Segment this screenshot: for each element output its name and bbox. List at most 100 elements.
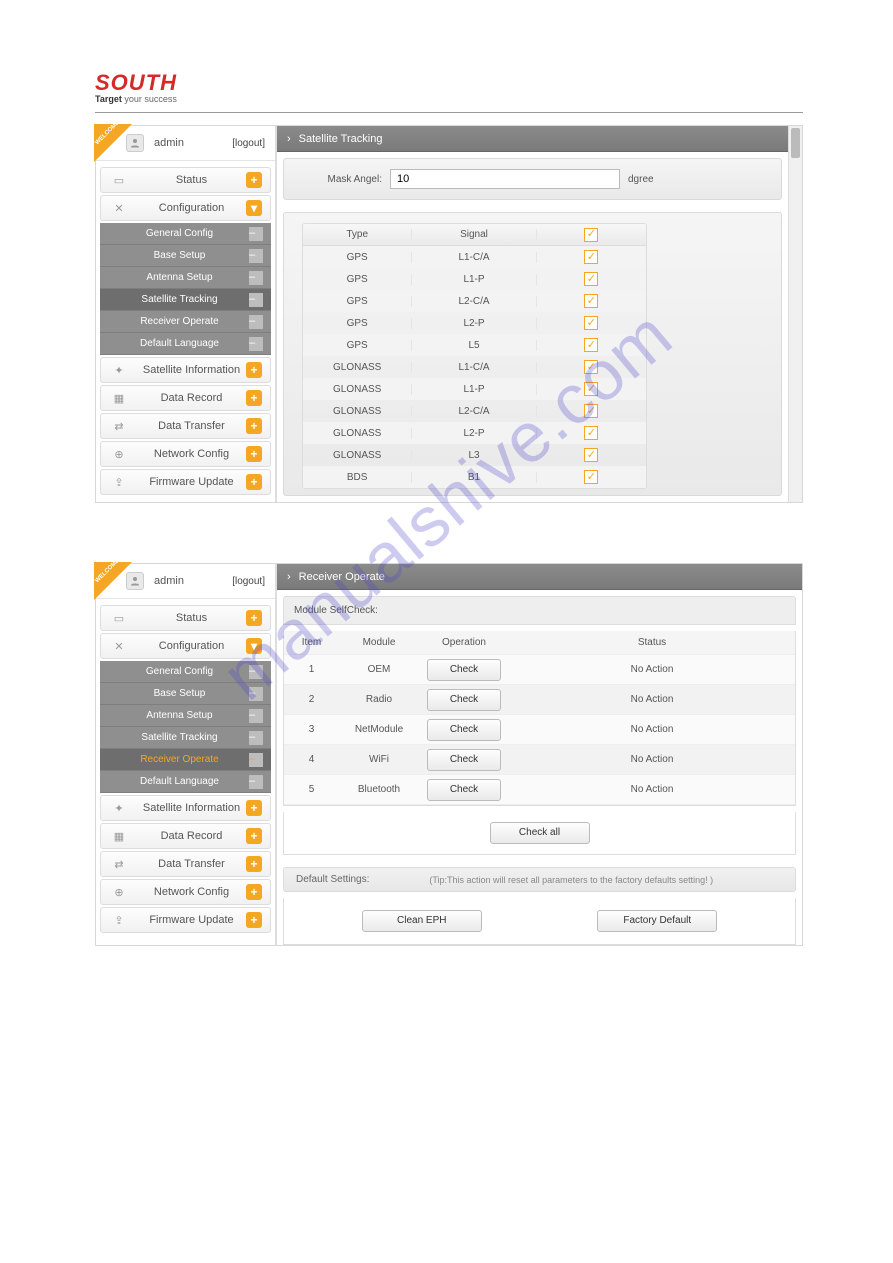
- check-button[interactable]: Check: [427, 719, 501, 741]
- cell-type: GLONASS: [303, 384, 412, 395]
- signal-checkbox[interactable]: [584, 426, 598, 440]
- col-module: Module: [339, 637, 419, 648]
- menu-data-transfer[interactable]: ⇄ Data Transfer +: [100, 413, 271, 439]
- sub-default-language[interactable]: Default Language–: [100, 333, 271, 355]
- menu-satellite-info[interactable]: ✦Satellite Information+: [100, 795, 271, 821]
- defaults-bar: Default Settings: (Tip:This action will …: [283, 867, 796, 892]
- cell-type: BDS: [303, 472, 412, 483]
- globe-icon: ⊕: [111, 884, 127, 900]
- monitor-icon: ▭: [111, 172, 127, 188]
- calendar-icon: ▦: [111, 390, 127, 406]
- cell-status: No Action: [509, 694, 795, 705]
- app-receiver-operate: admin [logout] ▭Status+ ✕Configuration▾ …: [95, 563, 803, 946]
- sub-receiver-operate[interactable]: Receiver Operate–: [100, 311, 271, 333]
- cell-type: GPS: [303, 252, 412, 263]
- selfcheck-row: 3NetModuleCheckNo Action: [284, 715, 795, 745]
- sub-base-setup[interactable]: Base Setup–: [100, 245, 271, 267]
- minus-icon: –: [249, 315, 263, 329]
- signal-checkbox[interactable]: [584, 382, 598, 396]
- cell-type: GLONASS: [303, 362, 412, 373]
- signal-checkbox[interactable]: [584, 272, 598, 286]
- check-all-button[interactable]: Check all: [490, 822, 590, 844]
- cell-signal: L3: [412, 450, 536, 461]
- cell-type: GLONASS: [303, 406, 412, 417]
- page-header: › Receiver Operate: [277, 564, 802, 590]
- menu-configuration[interactable]: ✕Configuration▾: [100, 633, 271, 659]
- clean-eph-button[interactable]: Clean EPH: [362, 910, 482, 932]
- check-button[interactable]: Check: [427, 689, 501, 711]
- satellite-icon: ✦: [111, 800, 127, 816]
- cell-status: No Action: [509, 664, 795, 675]
- expand-icon: +: [246, 418, 262, 434]
- expand-icon: +: [246, 446, 262, 462]
- menu-data-record[interactable]: ▦Data Record+: [100, 823, 271, 849]
- menu-data-record[interactable]: ▦ Data Record +: [100, 385, 271, 411]
- col-operation: Operation: [419, 637, 509, 648]
- satellite-icon: ✦: [111, 362, 127, 378]
- signal-checkbox[interactable]: [584, 338, 598, 352]
- scrollbar[interactable]: [788, 126, 802, 502]
- menu-firmware-update[interactable]: ⇪ Firmware Update +: [100, 469, 271, 495]
- cell-type: GLONASS: [303, 428, 412, 439]
- page-title: Satellite Tracking: [299, 133, 383, 145]
- sub-satellite-tracking[interactable]: Satellite Tracking–: [100, 289, 271, 311]
- sub-general-config[interactable]: General Config–: [100, 223, 271, 245]
- cell-signal: L2-C/A: [412, 296, 536, 307]
- sub-antenna-setup[interactable]: Antenna Setup–: [100, 705, 271, 727]
- page-title: Receiver Operate: [299, 571, 385, 583]
- menu-data-transfer[interactable]: ⇄Data Transfer+: [100, 851, 271, 877]
- sidebar: admin [logout] ▭ Status + ✕ Configuratio…: [96, 126, 276, 502]
- check-button[interactable]: Check: [427, 659, 501, 681]
- menu-network-config[interactable]: ⊕Network Config+: [100, 879, 271, 905]
- mask-angle-panel: Mask Angel: dgree: [283, 158, 782, 200]
- menu-status[interactable]: ▭ Status +: [100, 167, 271, 193]
- mask-angle-input[interactable]: [390, 169, 620, 189]
- minus-icon: –: [249, 709, 263, 723]
- cell-type: GPS: [303, 318, 412, 329]
- cell-module: WiFi: [339, 754, 419, 765]
- signal-row: GLONASSL2-P: [303, 422, 646, 444]
- signal-checkbox[interactable]: [584, 404, 598, 418]
- menu-firmware-update[interactable]: ⇪Firmware Update+: [100, 907, 271, 933]
- col-type: Type: [303, 229, 412, 240]
- signal-checkbox[interactable]: [584, 250, 598, 264]
- signal-checkbox[interactable]: [584, 360, 598, 374]
- cell-type: GPS: [303, 274, 412, 285]
- sub-receiver-operate[interactable]: Receiver Operate–: [100, 749, 271, 771]
- cell-type: GPS: [303, 296, 412, 307]
- expand-icon: +: [246, 912, 262, 928]
- logout-link[interactable]: [logout]: [232, 138, 265, 149]
- cell-signal: B1: [412, 472, 536, 483]
- sub-satellite-tracking[interactable]: Satellite Tracking–: [100, 727, 271, 749]
- logout-link[interactable]: [logout]: [232, 576, 265, 587]
- divider: [95, 112, 803, 113]
- expand-icon: +: [246, 884, 262, 900]
- minus-icon: –: [249, 687, 263, 701]
- transfer-icon: ⇄: [111, 418, 127, 434]
- cell-item: 4: [284, 754, 339, 765]
- check-button[interactable]: Check: [427, 779, 501, 801]
- factory-default-button[interactable]: Factory Default: [597, 910, 717, 932]
- check-button[interactable]: Check: [427, 749, 501, 771]
- signal-checkbox[interactable]: [584, 448, 598, 462]
- tools-icon: ✕: [111, 638, 127, 654]
- cell-signal: L2-P: [412, 318, 536, 329]
- signal-checkbox[interactable]: [584, 294, 598, 308]
- mask-angle-label: Mask Angel:: [302, 174, 382, 185]
- sub-base-setup[interactable]: Base Setup–: [100, 683, 271, 705]
- signal-checkbox[interactable]: [584, 470, 598, 484]
- sub-default-language[interactable]: Default Language–: [100, 771, 271, 793]
- menu-status[interactable]: ▭Status+: [100, 605, 271, 631]
- signal-checkbox[interactable]: [584, 316, 598, 330]
- menu-satellite-info[interactable]: ✦ Satellite Information +: [100, 357, 271, 383]
- menu-network-config[interactable]: ⊕ Network Config +: [100, 441, 271, 467]
- minus-icon: –: [249, 293, 263, 307]
- expand-icon: +: [246, 172, 262, 188]
- signal-row: BDSB1: [303, 466, 646, 488]
- sub-antenna-setup[interactable]: Antenna Setup–: [100, 267, 271, 289]
- menu-configuration[interactable]: ✕ Configuration ▾: [100, 195, 271, 221]
- col-signal: Signal: [412, 229, 536, 240]
- sub-general-config[interactable]: General Config–: [100, 661, 271, 683]
- username: admin: [154, 137, 232, 149]
- cell-status: No Action: [509, 754, 795, 765]
